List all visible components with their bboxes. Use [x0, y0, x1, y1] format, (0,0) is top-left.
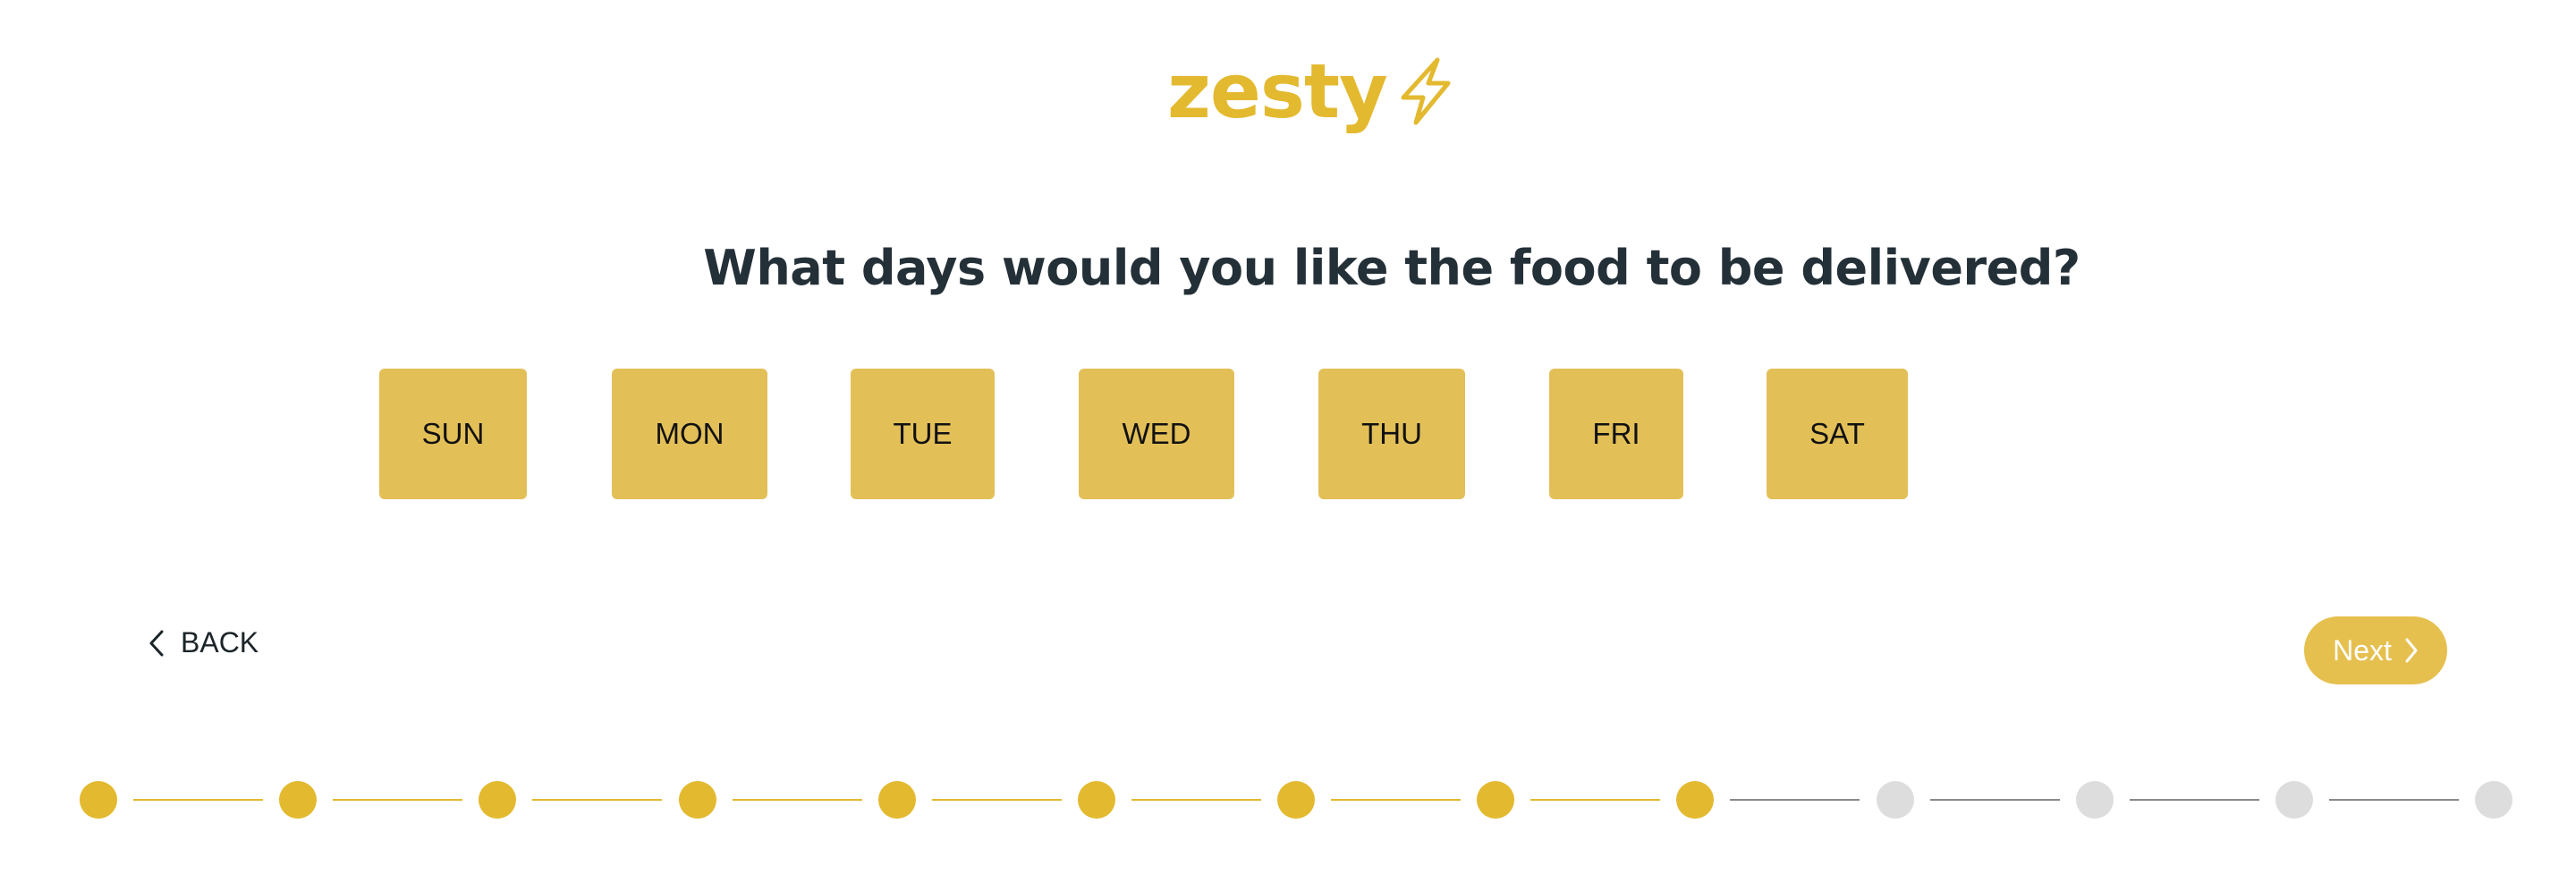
progress-step-dot	[1876, 781, 1914, 819]
progress-step-dot	[1277, 781, 1315, 819]
progress-connector	[1530, 799, 1661, 801]
day-button-tue[interactable]: TUE	[851, 369, 995, 499]
progress-step-dot	[678, 781, 716, 819]
logo: zesty	[1167, 54, 1457, 129]
progress-step-dot	[2075, 781, 2114, 819]
day-button-mon[interactable]: MON	[612, 369, 767, 499]
progress-connector	[1331, 799, 1462, 801]
progress-connector	[931, 799, 1062, 801]
progress-step-dot	[2475, 781, 2512, 819]
progress-step-dot	[877, 781, 916, 819]
progress-connector	[1730, 799, 1860, 801]
progress-connector	[2328, 799, 2459, 801]
progress-step-dot	[279, 781, 318, 819]
back-label: BACK	[181, 626, 259, 658]
page-title: What days would you like the food to be …	[703, 240, 2080, 296]
progress-connector	[1131, 799, 1261, 801]
progress-step-dot	[80, 781, 117, 819]
progress-step-dot	[479, 781, 517, 819]
chevron-right-icon	[2405, 638, 2418, 663]
progress-connector	[133, 799, 264, 801]
page: zesty What days would you like the food …	[0, 0, 2576, 875]
back-button[interactable]: BACK	[148, 626, 258, 659]
day-button-wed[interactable]: WED	[1079, 369, 1234, 499]
progress-step-dot	[2275, 781, 2313, 819]
progress-step-dot	[1077, 781, 1115, 819]
progress-connector	[2129, 799, 2259, 801]
logo-text: zesty	[1167, 47, 1388, 135]
day-button-sat[interactable]: SAT	[1767, 369, 1908, 499]
progress-step-dot	[1676, 781, 1715, 819]
progress-connector	[1929, 799, 2060, 801]
progress-connector	[333, 799, 463, 801]
progress-step-dot	[1477, 781, 1515, 819]
progress-connector	[532, 799, 663, 801]
day-button-thu[interactable]: THU	[1318, 369, 1465, 499]
day-button-sun[interactable]: SUN	[379, 369, 527, 499]
next-label: Next	[2333, 633, 2392, 667]
next-button[interactable]: Next	[2304, 616, 2447, 684]
progress-connector	[732, 799, 862, 801]
lightning-bolt-icon	[1401, 57, 1451, 125]
day-button-fri[interactable]: FRI	[1549, 369, 1683, 499]
chevron-left-icon	[149, 630, 164, 656]
